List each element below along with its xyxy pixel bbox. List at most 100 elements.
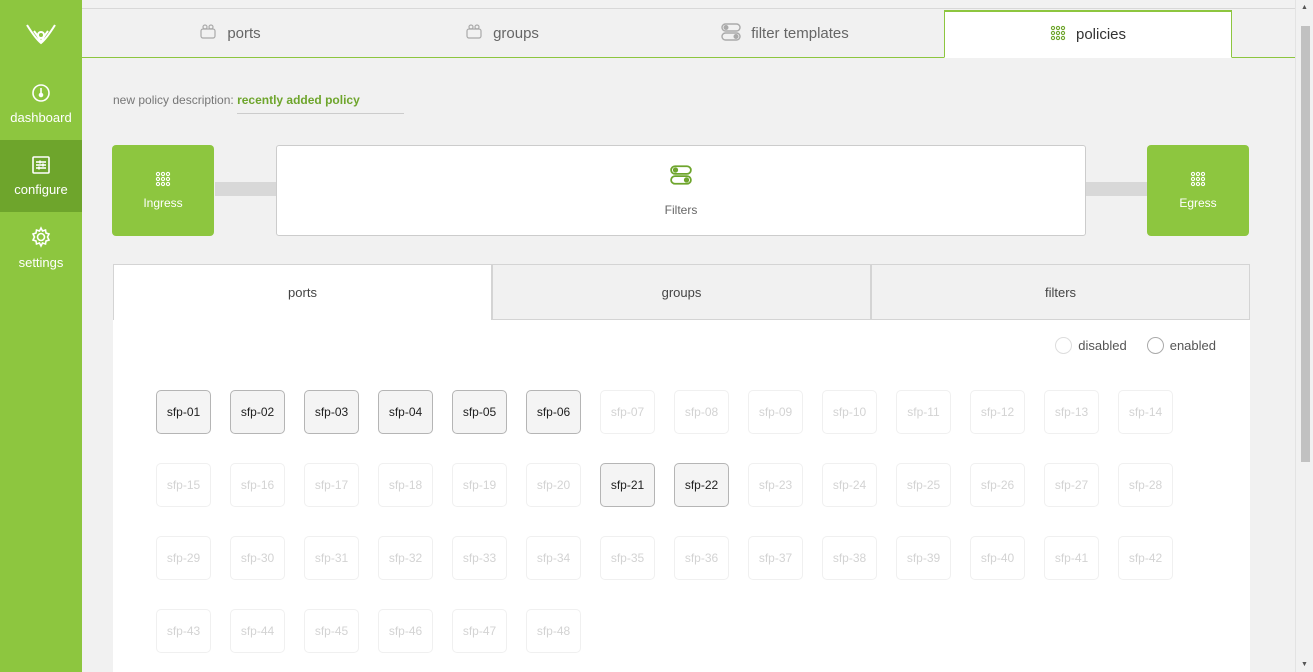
port-sfp-44[interactable]: sfp-44 <box>230 609 285 653</box>
legend-disabled-label: disabled <box>1078 338 1127 353</box>
port-sfp-38[interactable]: sfp-38 <box>822 536 877 580</box>
port-sfp-31[interactable]: sfp-31 <box>304 536 359 580</box>
port-sfp-03[interactable]: sfp-03 <box>304 390 359 434</box>
port-sfp-24[interactable]: sfp-24 <box>822 463 877 507</box>
tab-groups[interactable]: groups <box>378 10 626 57</box>
port-sfp-20[interactable]: sfp-20 <box>526 463 581 507</box>
grid-dots-icon <box>1050 25 1066 45</box>
port-sfp-35[interactable]: sfp-35 <box>600 536 655 580</box>
panel-tab-ports[interactable]: ports <box>113 264 492 320</box>
legend: disabled enabled <box>1055 337 1216 354</box>
port-sfp-15[interactable]: sfp-15 <box>156 463 211 507</box>
toggle-icon <box>721 22 741 46</box>
port-sfp-32[interactable]: sfp-32 <box>378 536 433 580</box>
tab-ports[interactable]: ports <box>82 10 378 57</box>
ingress-label: Ingress <box>143 196 183 210</box>
scroll-down-icon[interactable]: ▼ <box>1301 661 1308 668</box>
port-sfp-12[interactable]: sfp-12 <box>970 390 1025 434</box>
port-sfp-36[interactable]: sfp-36 <box>674 536 729 580</box>
port-sfp-25[interactable]: sfp-25 <box>896 463 951 507</box>
port-sfp-10[interactable]: sfp-10 <box>822 390 877 434</box>
port-sfp-04[interactable]: sfp-04 <box>378 390 433 434</box>
grid-dots-icon <box>1190 171 1206 190</box>
port-sfp-27[interactable]: sfp-27 <box>1044 463 1099 507</box>
port-sfp-42[interactable]: sfp-42 <box>1118 536 1173 580</box>
pipeline-connector-left <box>215 182 277 196</box>
sidebar-item-configure[interactable]: configure <box>0 140 82 212</box>
selection-panel: ports groups filters disabled enabled sf… <box>113 264 1250 672</box>
port-sfp-46[interactable]: sfp-46 <box>378 609 433 653</box>
groups-icon <box>465 23 483 44</box>
egress-label: Egress <box>1179 196 1217 210</box>
sliders-icon <box>31 155 51 178</box>
port-sfp-05[interactable]: sfp-05 <box>452 390 507 434</box>
leaf-logo-icon[interactable] <box>0 0 82 68</box>
port-sfp-08[interactable]: sfp-08 <box>674 390 729 434</box>
port-sfp-21[interactable]: sfp-21 <box>600 463 655 507</box>
panel-tab-filters[interactable]: filters <box>871 264 1250 320</box>
port-sfp-29[interactable]: sfp-29 <box>156 536 211 580</box>
port-sfp-48[interactable]: sfp-48 <box>526 609 581 653</box>
port-sfp-16[interactable]: sfp-16 <box>230 463 285 507</box>
port-sfp-13[interactable]: sfp-13 <box>1044 390 1099 434</box>
port-sfp-14[interactable]: sfp-14 <box>1118 390 1173 434</box>
tab-label: filter templates <box>751 25 849 42</box>
port-sfp-30[interactable]: sfp-30 <box>230 536 285 580</box>
port-sfp-33[interactable]: sfp-33 <box>452 536 507 580</box>
sidebar-item-settings[interactable]: settings <box>0 212 82 284</box>
disabled-circle-icon <box>1055 337 1073 354</box>
panel-tab-groups[interactable]: groups <box>492 264 871 320</box>
gear-icon <box>30 226 52 251</box>
ingress-button[interactable]: Ingress <box>112 145 214 236</box>
sidebar-item-label: configure <box>14 182 68 197</box>
port-sfp-06[interactable]: sfp-06 <box>526 390 581 434</box>
pipeline-connector-right <box>1086 182 1148 196</box>
scrollbar-thumb[interactable] <box>1301 26 1310 462</box>
policy-description-label: new policy description: <box>113 93 238 107</box>
enabled-circle-icon <box>1146 337 1164 354</box>
legend-enabled-label: enabled <box>1169 338 1216 353</box>
sidebar: dashboard configure settings <box>0 0 82 672</box>
port-sfp-39[interactable]: sfp-39 <box>896 536 951 580</box>
scroll-up-icon[interactable]: ▲ <box>1301 4 1308 11</box>
tab-label: ports <box>227 25 261 42</box>
tab-label: groups <box>493 25 539 42</box>
sidebar-item-dashboard[interactable]: dashboard <box>0 68 82 140</box>
port-sfp-22[interactable]: sfp-22 <box>674 463 729 507</box>
top-divider <box>82 0 1295 9</box>
port-sfp-47[interactable]: sfp-47 <box>452 609 507 653</box>
tab-policies[interactable]: policies <box>944 10 1232 58</box>
sidebar-item-label: dashboard <box>10 110 72 125</box>
tab-label: policies <box>1075 26 1127 43</box>
tab-filter-templates[interactable]: filter templates <box>626 10 944 57</box>
port-sfp-11[interactable]: sfp-11 <box>896 390 951 434</box>
port-sfp-17[interactable]: sfp-17 <box>304 463 359 507</box>
port-sfp-43[interactable]: sfp-43 <box>156 609 211 653</box>
port-sfp-02[interactable]: sfp-02 <box>230 390 285 434</box>
port-sfp-34[interactable]: sfp-34 <box>526 536 581 580</box>
port-sfp-45[interactable]: sfp-45 <box>304 609 359 653</box>
port-sfp-19[interactable]: sfp-19 <box>452 463 507 507</box>
port-sfp-28[interactable]: sfp-28 <box>1118 463 1173 507</box>
policy-description-input[interactable]: recently added policy <box>237 93 404 114</box>
port-sfp-09[interactable]: sfp-09 <box>748 390 803 434</box>
port-sfp-40[interactable]: sfp-40 <box>970 536 1025 580</box>
ports-icon <box>199 23 217 44</box>
egress-button[interactable]: Egress <box>1147 145 1249 236</box>
port-sfp-18[interactable]: sfp-18 <box>378 463 433 507</box>
filters-label: Filters <box>664 203 698 217</box>
port-sfp-23[interactable]: sfp-23 <box>748 463 803 507</box>
scrollbar[interactable]: ▲ ▼ <box>1295 0 1313 672</box>
filters-button[interactable]: Filters <box>276 145 1086 236</box>
dashboard-icon <box>31 83 51 106</box>
top-nav: ports groups filter templates policies <box>82 0 1295 60</box>
grid-dots-icon <box>155 171 171 190</box>
legend-disabled: disabled <box>1055 337 1127 354</box>
port-sfp-01[interactable]: sfp-01 <box>156 390 211 434</box>
port-sfp-26[interactable]: sfp-26 <box>970 463 1025 507</box>
port-sfp-41[interactable]: sfp-41 <box>1044 536 1099 580</box>
sidebar-item-label: settings <box>18 255 64 270</box>
top-tabs: ports groups filter templates policies <box>82 10 1295 58</box>
port-sfp-37[interactable]: sfp-37 <box>748 536 803 580</box>
port-sfp-07[interactable]: sfp-07 <box>600 390 655 434</box>
